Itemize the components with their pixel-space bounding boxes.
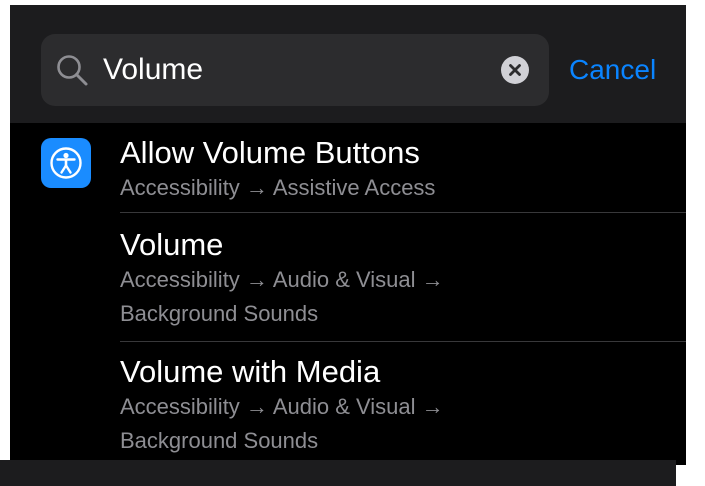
search-field[interactable]: Volume bbox=[41, 34, 549, 106]
accessibility-app-icon bbox=[41, 138, 91, 188]
result-title: Volume with Media bbox=[120, 354, 381, 389]
separator bbox=[120, 212, 686, 213]
clear-search-button[interactable] bbox=[501, 56, 529, 84]
result-path: Accessibility → Assistive Access bbox=[120, 175, 436, 200]
result-title: Allow Volume Buttons bbox=[120, 135, 420, 170]
clear-icon bbox=[509, 64, 521, 76]
bottom-edge bbox=[0, 460, 676, 486]
search-result-allow-volume-buttons[interactable]: Allow Volume Buttons Accessibility → Ass… bbox=[120, 135, 686, 213]
search-icon bbox=[55, 53, 89, 87]
search-input[interactable]: Volume bbox=[103, 53, 203, 87]
separator bbox=[120, 341, 686, 342]
result-path: Accessibility → Audio & Visual → Backgro… bbox=[120, 394, 444, 453]
cancel-button[interactable]: Cancel bbox=[569, 52, 656, 88]
result-title: Volume bbox=[120, 227, 224, 262]
accessibility-icon bbox=[50, 147, 82, 179]
search-result-volume-with-media[interactable]: Volume with Media Accessibility → Audio … bbox=[120, 354, 686, 464]
settings-search-screen: Volume Cancel Allow Volume Buttons Acces… bbox=[10, 5, 686, 465]
search-bar: Volume Cancel bbox=[10, 5, 686, 123]
result-path: Accessibility → Audio & Visual → Backgro… bbox=[120, 267, 444, 326]
search-result-volume[interactable]: Volume Accessibility → Audio & Visual → … bbox=[120, 227, 686, 339]
